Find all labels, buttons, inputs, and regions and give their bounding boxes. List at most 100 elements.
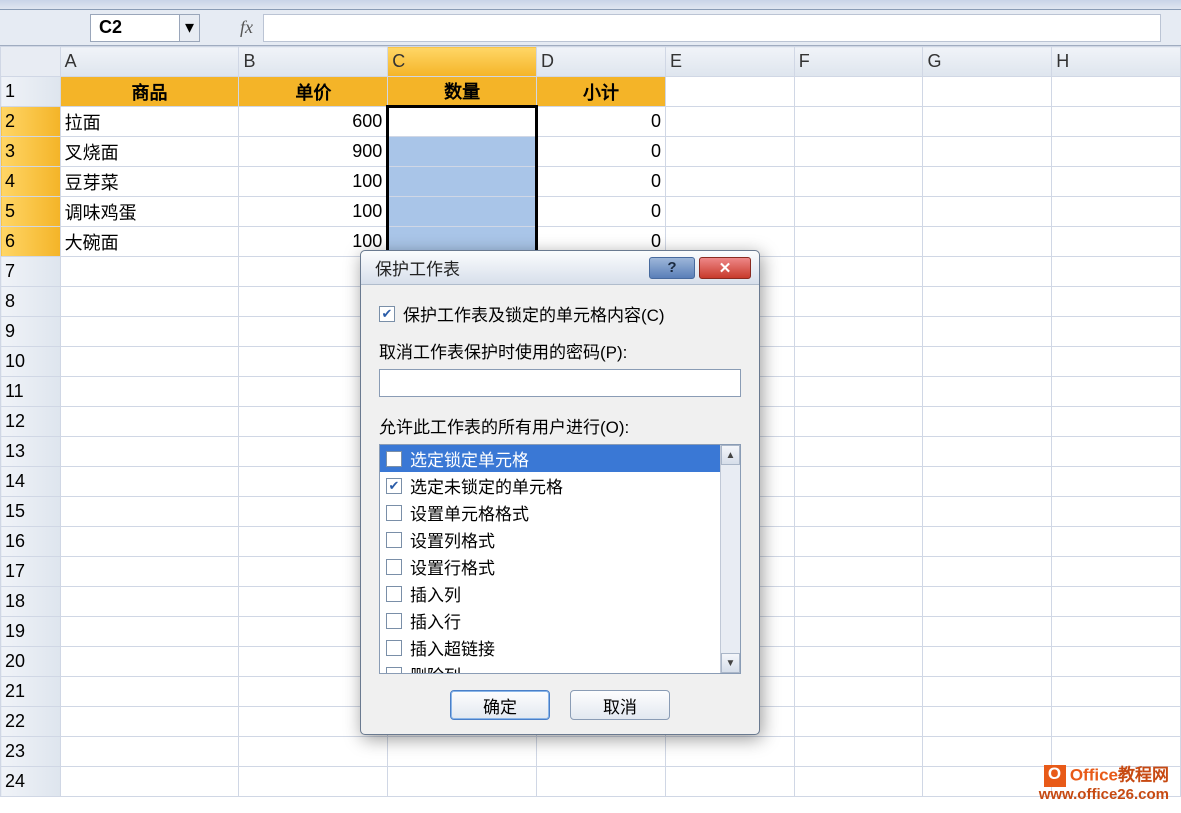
cell[interactable]: [60, 437, 239, 467]
cell[interactable]: [666, 77, 795, 107]
cell[interactable]: [1052, 137, 1181, 167]
cell[interactable]: [1052, 617, 1181, 647]
cell[interactable]: [60, 407, 239, 437]
permission-item[interactable]: 设置列格式: [380, 526, 720, 553]
row-header-16[interactable]: 16: [1, 527, 61, 557]
row-header-3[interactable]: 3: [1, 137, 61, 167]
dialog-close-button[interactable]: ✕: [699, 257, 751, 279]
col-header-F[interactable]: F: [794, 47, 923, 77]
cell[interactable]: [794, 377, 923, 407]
cell-B4[interactable]: 100: [239, 167, 388, 197]
cell[interactable]: [1052, 107, 1181, 137]
cell-A1[interactable]: 商品: [60, 77, 239, 107]
scroll-up-button[interactable]: ▲: [721, 445, 740, 465]
cell[interactable]: [794, 737, 923, 767]
cell[interactable]: [923, 617, 1052, 647]
cell[interactable]: [923, 677, 1052, 707]
permission-checkbox[interactable]: [386, 586, 402, 602]
cell[interactable]: [794, 407, 923, 437]
cell[interactable]: [1052, 437, 1181, 467]
cell[interactable]: [60, 287, 239, 317]
cell[interactable]: [60, 347, 239, 377]
permission-checkbox[interactable]: [386, 667, 402, 674]
cell[interactable]: [388, 737, 537, 767]
scroll-down-button[interactable]: ▼: [721, 653, 740, 673]
cell[interactable]: [923, 497, 1052, 527]
cell[interactable]: [794, 287, 923, 317]
permission-checkbox[interactable]: [386, 505, 402, 521]
cell[interactable]: [1052, 77, 1181, 107]
permission-item[interactable]: 设置行格式: [380, 553, 720, 580]
cell[interactable]: [923, 287, 1052, 317]
cell[interactable]: [1052, 557, 1181, 587]
password-input[interactable]: [379, 369, 741, 397]
name-box-dropdown[interactable]: ▾: [180, 14, 200, 42]
cell[interactable]: [60, 677, 239, 707]
cell[interactable]: [923, 107, 1052, 137]
cell[interactable]: [537, 767, 666, 797]
permission-checkbox[interactable]: [386, 478, 402, 494]
dialog-help-button[interactable]: ?: [649, 257, 695, 279]
row-header-9[interactable]: 9: [1, 317, 61, 347]
cell[interactable]: [1052, 197, 1181, 227]
cell[interactable]: [60, 647, 239, 677]
cell[interactable]: [60, 617, 239, 647]
formula-bar[interactable]: [263, 14, 1161, 42]
row-header-15[interactable]: 15: [1, 497, 61, 527]
cell[interactable]: [1052, 287, 1181, 317]
cell-C1[interactable]: 数量: [388, 77, 537, 107]
cell[interactable]: [1052, 527, 1181, 557]
cell[interactable]: [666, 167, 795, 197]
cell[interactable]: [60, 707, 239, 737]
cell-A3[interactable]: 叉烧面: [60, 137, 239, 167]
protect-checkbox[interactable]: [379, 306, 395, 322]
cell[interactable]: [923, 707, 1052, 737]
cell[interactable]: [388, 767, 537, 797]
cell[interactable]: [794, 257, 923, 287]
cell[interactable]: [794, 227, 923, 257]
cell[interactable]: [60, 557, 239, 587]
permission-item[interactable]: 选定锁定单元格: [380, 445, 720, 472]
cell[interactable]: [60, 527, 239, 557]
cell-A6[interactable]: 大碗面: [60, 227, 239, 257]
row-header-1[interactable]: 1: [1, 77, 61, 107]
cell[interactable]: [666, 137, 795, 167]
row-header-24[interactable]: 24: [1, 767, 61, 797]
cell[interactable]: [239, 737, 388, 767]
cell-A4[interactable]: 豆芽菜: [60, 167, 239, 197]
cell[interactable]: [1052, 737, 1181, 767]
scroll-track[interactable]: [721, 465, 740, 653]
row-header-17[interactable]: 17: [1, 557, 61, 587]
cell[interactable]: [794, 317, 923, 347]
cell[interactable]: [794, 137, 923, 167]
permission-item[interactable]: 插入行: [380, 607, 720, 634]
cell[interactable]: [794, 497, 923, 527]
cell[interactable]: [1052, 167, 1181, 197]
row-header-2[interactable]: 2: [1, 107, 61, 137]
cell[interactable]: [923, 437, 1052, 467]
cell[interactable]: [923, 257, 1052, 287]
col-header-A[interactable]: A: [60, 47, 239, 77]
cell[interactable]: [923, 587, 1052, 617]
cell[interactable]: [1052, 497, 1181, 527]
permission-checkbox[interactable]: [386, 613, 402, 629]
cell[interactable]: [60, 767, 239, 797]
cell[interactable]: [1052, 377, 1181, 407]
cell[interactable]: [794, 647, 923, 677]
cell-D1[interactable]: 小计: [537, 77, 666, 107]
row-header-14[interactable]: 14: [1, 467, 61, 497]
permission-item[interactable]: 删除列: [380, 661, 720, 673]
cell-D2[interactable]: 0: [537, 107, 666, 137]
permission-item[interactable]: 设置单元格格式: [380, 499, 720, 526]
fx-icon[interactable]: fx: [240, 17, 253, 38]
cell[interactable]: [923, 407, 1052, 437]
cell[interactable]: [923, 737, 1052, 767]
row-header-19[interactable]: 19: [1, 617, 61, 647]
permission-checkbox[interactable]: [386, 640, 402, 656]
row-header-8[interactable]: 8: [1, 287, 61, 317]
cell[interactable]: [923, 377, 1052, 407]
cell[interactable]: [60, 497, 239, 527]
permissions-listbox[interactable]: 选定锁定单元格选定未锁定的单元格设置单元格格式设置列格式设置行格式插入列插入行插…: [379, 444, 741, 674]
row-header-10[interactable]: 10: [1, 347, 61, 377]
cell[interactable]: [794, 587, 923, 617]
